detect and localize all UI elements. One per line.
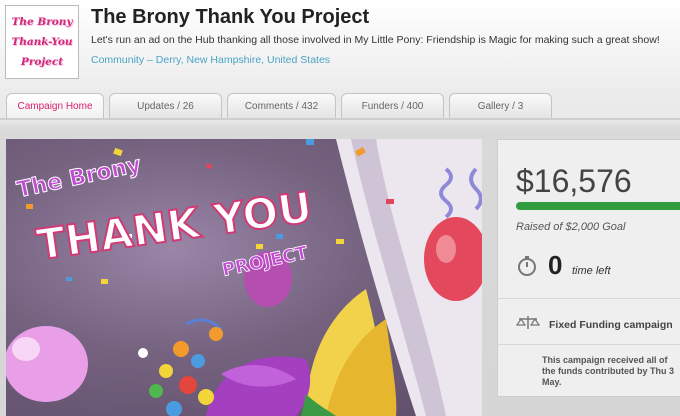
tab-campaign-home[interactable]: Campaign Home bbox=[6, 93, 104, 119]
tab-bar-line bbox=[0, 118, 680, 120]
time-left-value: 0 bbox=[548, 250, 563, 280]
panel-divider bbox=[498, 344, 680, 345]
hero-title-art: The Brony THANK YOU PROJECT bbox=[14, 152, 316, 279]
tab-updates[interactable]: Updates / 26 bbox=[109, 93, 222, 119]
campaign-note: This campaign received all of the funds … bbox=[542, 355, 680, 388]
tab-label: Funders / 400 bbox=[361, 101, 424, 112]
funding-progress-bar bbox=[516, 202, 680, 210]
project-logo[interactable]: The Brony Thank-You Project bbox=[5, 5, 79, 79]
tab-gallery[interactable]: Gallery / 3 bbox=[449, 93, 552, 119]
logo-line-1: The Brony bbox=[11, 16, 73, 28]
tab-label: Gallery / 3 bbox=[477, 101, 524, 112]
goal-text: Raised of $2,000 Goal bbox=[516, 221, 626, 233]
tab-funders[interactable]: Funders / 400 bbox=[341, 93, 444, 119]
tab-label: Updates / 26 bbox=[137, 101, 194, 112]
time-left-label: time left bbox=[572, 265, 611, 277]
campaign-tabs: Campaign Home Updates / 26 Comments / 43… bbox=[6, 93, 557, 119]
note-line: This campaign received all of bbox=[542, 355, 668, 365]
scale-icon bbox=[515, 315, 541, 336]
funding-type: Fixed Funding campaign bbox=[549, 319, 673, 331]
stopwatch-icon bbox=[516, 255, 538, 282]
note-line: May. bbox=[542, 377, 562, 387]
tab-label: Campaign Home bbox=[17, 101, 93, 112]
campaign-hero-image[interactable]: The Brony THANK YOU PROJECT bbox=[6, 139, 482, 416]
project-title: The Brony Thank You Project bbox=[91, 6, 370, 28]
panel-divider bbox=[498, 298, 680, 299]
project-tagline: Let's run an ad on the Hub thanking all … bbox=[91, 34, 660, 46]
hero-line-3: PROJECT bbox=[220, 242, 310, 279]
amount-raised: $16,576 bbox=[516, 163, 632, 199]
project-location-link[interactable]: Community – Derry, New Hampshire, United… bbox=[91, 54, 330, 66]
campaign-summary-panel: $16,576 Raised of $2,000 Goal 0 time lef… bbox=[497, 139, 680, 397]
logo-line-3: Project bbox=[20, 56, 64, 68]
tab-comments[interactable]: Comments / 432 bbox=[227, 93, 336, 119]
logo-line-2: Thank-You bbox=[11, 36, 73, 48]
hero-line-1: The Brony bbox=[15, 152, 143, 203]
tab-label: Comments / 432 bbox=[244, 101, 319, 112]
project-header: The Brony Thank-You Project The Brony Th… bbox=[0, 0, 680, 92]
note-line: the funds contributed by Thu 3 bbox=[542, 366, 674, 376]
